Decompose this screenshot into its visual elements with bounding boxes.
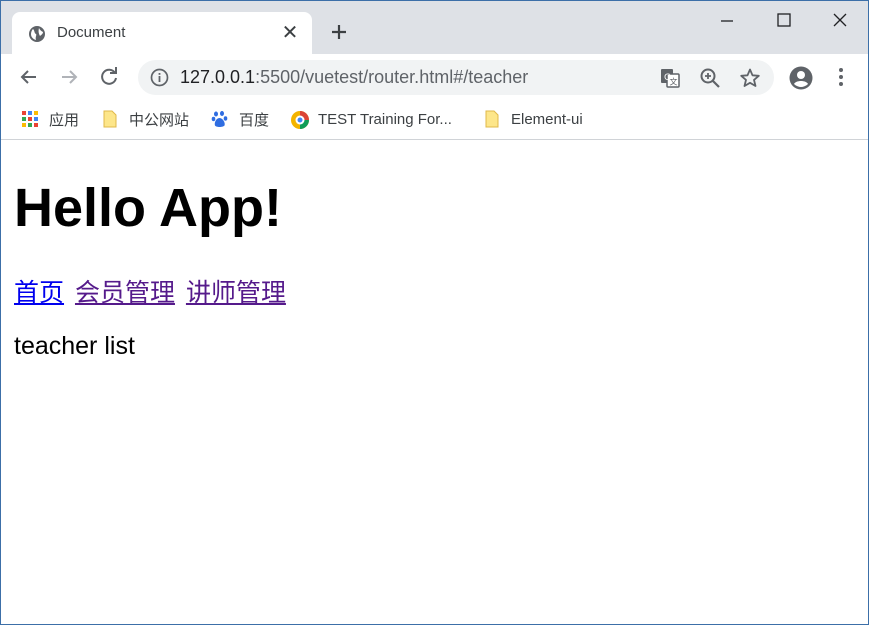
folder-icon	[101, 110, 119, 128]
url-text[interactable]: 127.0.0.1:5500/vuetest/router.html#/teac…	[180, 67, 528, 88]
bookmark-zhonggong[interactable]: 中公网站	[101, 109, 189, 129]
bookmark-label: TEST Training For...	[318, 110, 452, 128]
bookmark-test-training[interactable]: TEST Training For...	[290, 109, 452, 129]
maximize-icon[interactable]	[761, 9, 805, 33]
bookmark-star-icon[interactable]	[739, 67, 761, 89]
bookmark-label: 百度	[239, 111, 270, 129]
router-nav: 首页 会员管理 讲师管理	[14, 273, 290, 309]
url-host: 127.0.0.1	[180, 67, 256, 87]
back-arrow-icon[interactable]	[17, 65, 41, 89]
window-close-icon[interactable]	[817, 9, 861, 33]
translate-icon[interactable]: G 文	[659, 67, 681, 89]
svg-text:文: 文	[670, 77, 678, 87]
minimize-icon[interactable]	[705, 9, 749, 33]
bookmark-label: 应用	[49, 111, 80, 129]
folder-icon	[483, 110, 501, 128]
profile-avatar-icon[interactable]	[788, 65, 813, 90]
nav-link-home[interactable]: 首页	[14, 279, 64, 307]
tab-strip: Document ✕	[1, 1, 868, 54]
tab-title: Document	[57, 24, 126, 41]
nav-link-members[interactable]: 会员管理	[75, 279, 175, 307]
reload-icon[interactable]	[97, 65, 121, 89]
forward-arrow-icon[interactable]	[57, 65, 81, 89]
baidu-paw-icon	[211, 110, 229, 128]
url-path: :5500/vuetest/router.html#/teacher	[255, 67, 529, 87]
bookmarks-bar: 应用 中公网站 百度 TEST Training For... Element-…	[1, 100, 868, 140]
page-content: Hello App! 首页 会员管理 讲师管理 teacher list	[1, 141, 868, 624]
bookmark-label: 中公网站	[129, 111, 190, 129]
router-view-text: teacher list	[14, 332, 135, 360]
browser-toolbar: 127.0.0.1:5500/vuetest/router.html#/teac…	[1, 54, 868, 100]
browser-window: Document ✕ 127.0.0.1:5500/vuetest/router…	[0, 0, 869, 625]
bookmark-element-ui[interactable]: Element-ui	[483, 109, 583, 129]
apps-grid-icon	[21, 110, 39, 128]
page-heading: Hello App!	[14, 178, 282, 238]
globe-icon	[28, 25, 46, 43]
tab-close-icon[interactable]: ✕	[280, 23, 300, 43]
bookmark-label: Element-ui	[511, 110, 583, 128]
bookmark-baidu[interactable]: 百度	[211, 109, 269, 129]
more-menu-icon[interactable]	[829, 65, 853, 89]
tab-document[interactable]: Document ✕	[12, 12, 312, 54]
nav-link-teachers[interactable]: 讲师管理	[186, 279, 286, 307]
address-bar[interactable]: 127.0.0.1:5500/vuetest/router.html#/teac…	[138, 60, 774, 95]
site-logo-icon	[290, 110, 309, 129]
new-tab-plus-icon[interactable]	[328, 21, 350, 43]
bookmark-apps[interactable]: 应用	[21, 109, 79, 129]
site-info-icon[interactable]	[150, 68, 169, 87]
zoom-icon[interactable]	[699, 67, 721, 89]
